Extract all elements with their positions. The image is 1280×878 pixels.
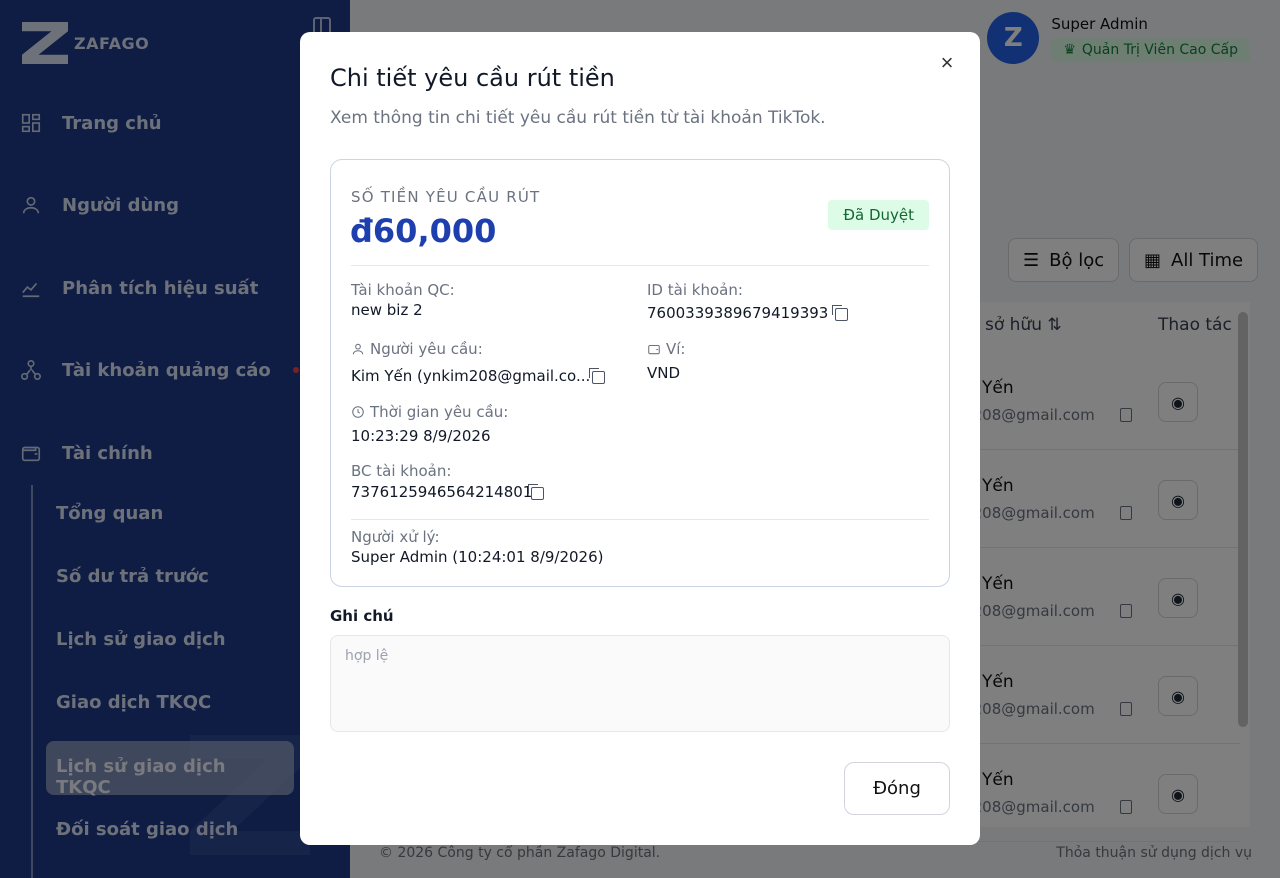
user-icon: [351, 342, 365, 356]
handler-value: Super Admin (10:24:01 8/9/2026): [351, 548, 604, 566]
note-textarea[interactable]: hợp lệ: [330, 635, 950, 732]
bc-account-value: 7376125946564214801: [351, 483, 533, 501]
note-label: Ghi chú: [330, 607, 394, 625]
wallet-value: VND: [647, 364, 681, 382]
requester-value: Kim Yến (ynkim208@gmail.co...: [351, 367, 591, 385]
divider: [351, 265, 929, 266]
request-time-value: 10:23:29 8/9/2026: [351, 427, 491, 445]
modal-title: Chi tiết yêu cầu rút tiền: [330, 64, 615, 92]
divider: [351, 519, 929, 520]
copy-icon[interactable]: [589, 368, 605, 384]
request-time-label: Thời gian yêu cầu:: [370, 403, 509, 421]
account-id-label: ID tài khoản:: [647, 281, 743, 299]
ad-account-value: new biz 2: [351, 301, 423, 319]
modal-description: Xem thông tin chi tiết yêu cầu rút tiền …: [330, 108, 826, 128]
requester-label-row: Người yêu cầu:: [351, 340, 483, 358]
wallet-label-row: Ví:: [647, 340, 685, 358]
withdrawal-detail-modal: × Chi tiết yêu cầu rút tiền Xem thông ti…: [300, 32, 980, 845]
time-label-row: Thời gian yêu cầu:: [351, 403, 508, 421]
copy-icon[interactable]: [528, 484, 544, 500]
amount-value: đ60,000: [350, 212, 497, 250]
ad-account-label: Tài khoản QC:: [351, 281, 455, 299]
close-icon[interactable]: ×: [936, 52, 958, 74]
amount-label: SỐ TIỀN YÊU CẦU RÚT: [351, 188, 541, 206]
copy-icon[interactable]: [832, 305, 848, 321]
handler-label: Người xử lý:: [351, 528, 440, 546]
bc-account-label: BC tài khoản:: [351, 462, 452, 480]
requester-label: Người yêu cầu:: [370, 340, 483, 358]
withdrawal-info-card: SỐ TIỀN YÊU CẦU RÚT đ60,000 Đã Duyệt Tài…: [330, 159, 950, 587]
wallet-icon: [647, 342, 661, 356]
status-badge: Đã Duyệt: [828, 200, 929, 230]
wallet-label: Ví:: [666, 340, 686, 358]
account-id-value: 7600339389679419393: [647, 304, 829, 322]
close-button[interactable]: Đóng: [844, 762, 950, 815]
clock-icon: [351, 405, 365, 419]
